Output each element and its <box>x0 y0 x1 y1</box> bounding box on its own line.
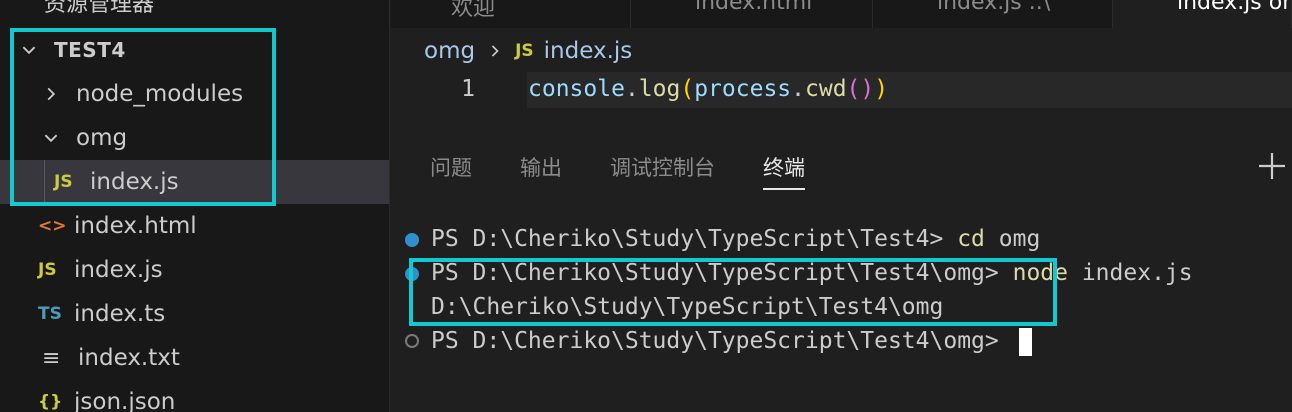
tree-root-folder[interactable]: TEST4 <box>0 28 389 72</box>
tab-index-html[interactable]: index.html <box>631 0 873 28</box>
tab-index-js-parent[interactable]: index.js ..\ <box>873 0 1113 28</box>
command-success-icon <box>405 233 419 247</box>
terminal-command: node <box>1012 260 1068 286</box>
tree-item-index-html[interactable]: <> index.html <box>0 204 389 248</box>
html-file-icon: <> <box>38 216 67 236</box>
tree-item-node-modules[interactable]: node_modules <box>0 72 389 116</box>
tab-index-js-omg[interactable]: index.js omg <box>1113 0 1292 28</box>
terminal-args: omg <box>984 226 1041 252</box>
tree-item-index-js[interactable]: JS index.js <box>0 248 389 292</box>
tab-label: index.js omg <box>1177 0 1291 15</box>
code-token: process <box>694 76 792 102</box>
tree-item-label: node_modules <box>76 81 244 107</box>
tab-terminal[interactable]: 终端 <box>763 150 805 190</box>
terminal-prompt: PS D:\Cheriko\Study\TypeScript\Test4> <box>431 226 958 252</box>
terminal-line: PS D:\Cheriko\Study\TypeScript\Test4> cd… <box>431 222 1040 256</box>
chevron-down-icon <box>40 129 62 147</box>
chevron-right-icon <box>487 43 503 59</box>
tree-item-label: json.json <box>74 389 176 412</box>
tab-welcome[interactable]: 欢迎 <box>391 0 631 28</box>
terminal-line: PS D:\Cheriko\Study\TypeScript\Test4\omg… <box>431 256 1193 290</box>
command-success-icon <box>405 267 419 281</box>
editor-line-1[interactable]: 1 console.log(process.cwd()) <box>391 72 1292 110</box>
tab-output[interactable]: 输出 <box>520 150 562 190</box>
tab-debug-console[interactable]: 调试控制台 <box>610 150 715 190</box>
javascript-file-icon: JS <box>54 172 73 192</box>
tree-item-label: omg <box>76 125 128 151</box>
json-file-icon: {} <box>38 392 63 412</box>
line-number: 1 <box>461 76 475 102</box>
code-token: () <box>846 76 875 102</box>
code-token: ( <box>680 76 695 102</box>
tree-item-label: index.html <box>74 213 197 239</box>
terminal-line: PS D:\Cheriko\Study\TypeScript\Test4\omg… <box>431 324 1032 358</box>
code-text[interactable]: console.log(process.cwd()) <box>528 76 888 102</box>
new-terminal-button[interactable] <box>1256 150 1288 182</box>
code-token: . <box>791 76 805 102</box>
chevron-right-icon <box>40 85 62 103</box>
command-pending-icon <box>405 334 419 348</box>
tree-item-label: index.js <box>74 257 163 283</box>
tab-problems[interactable]: 问题 <box>430 150 472 190</box>
editor-tab-bar: 欢迎 index.html index.js ..\ index.js omg <box>391 0 1292 28</box>
tree-item-omg-index-js[interactable]: JS index.js <box>0 160 389 204</box>
breadcrumb-folder[interactable]: omg <box>424 38 475 64</box>
tree-item-index-ts[interactable]: TS index.ts <box>0 292 389 336</box>
terminal-cursor <box>1018 327 1032 356</box>
javascript-file-icon: JS <box>515 41 534 61</box>
tree-item-label: index.txt <box>78 345 180 371</box>
terminal-prompt: PS D:\Cheriko\Study\TypeScript\Test4\omg… <box>431 328 1013 354</box>
typescript-file-icon: TS <box>38 304 62 324</box>
chevron-down-icon <box>18 41 40 59</box>
tree-root-label: TEST4 <box>54 38 126 62</box>
tree-item-label: index.js <box>90 169 179 195</box>
code-token: console <box>528 76 625 102</box>
explorer-sidebar: 资源管理器 TEST4 node_modules omg JS index.js… <box>0 0 390 412</box>
breadcrumb: omg JS index.js <box>424 34 632 68</box>
code-token: . <box>624 76 639 102</box>
code-token: cwd <box>805 76 847 102</box>
terminal-prompt: PS D:\Cheriko\Study\TypeScript\Test4\omg… <box>431 260 1013 286</box>
code-token: ) <box>874 76 889 102</box>
plus-icon <box>1259 153 1285 179</box>
tab-label: index.html <box>695 0 813 15</box>
tree-item-label: index.ts <box>74 301 166 327</box>
breadcrumb-file[interactable]: index.js <box>544 38 633 64</box>
code-token: log <box>638 76 681 102</box>
terminal-output-line: D:\Cheriko\Study\TypeScript\Test4\omg <box>431 294 944 320</box>
indent-guide <box>44 160 45 204</box>
text-file-icon: ≡ <box>42 345 61 371</box>
terminal-command: cd <box>957 226 985 252</box>
tab-label: index.js ..\ <box>937 0 1051 15</box>
tree-item-json[interactable]: {} json.json <box>0 380 389 412</box>
tree-item-omg[interactable]: omg <box>0 116 389 160</box>
terminal[interactable]: PS D:\Cheriko\Study\TypeScript\Test4> cd… <box>391 222 1292 412</box>
tree-item-index-txt[interactable]: ≡ index.txt <box>0 336 389 380</box>
terminal-args: index.js <box>1067 260 1193 286</box>
panel-tab-bar: 问题 输出 调试控制台 终端 <box>430 150 853 194</box>
javascript-file-icon: JS <box>38 260 57 280</box>
explorer-title: 资源管理器 <box>44 0 155 17</box>
tab-label: 欢迎 <box>451 0 496 21</box>
